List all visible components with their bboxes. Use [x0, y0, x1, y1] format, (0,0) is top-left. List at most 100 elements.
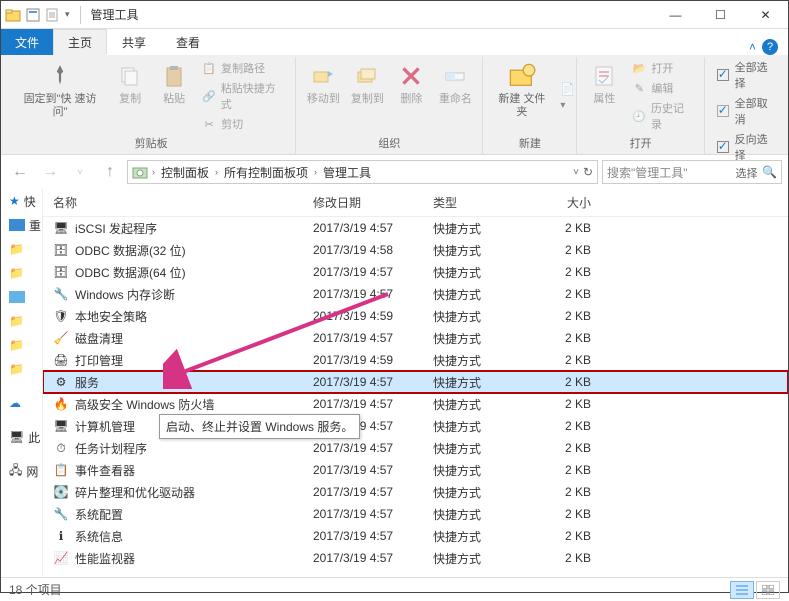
- list-item[interactable]: 🗄ODBC 数据源(64 位)2017/3/19 4:57快捷方式2 KB: [43, 261, 788, 283]
- shortcut-icon: 🧹: [53, 330, 69, 346]
- address-dropdown-icon[interactable]: ˅: [573, 167, 579, 178]
- selectall-icon: [715, 67, 731, 83]
- item-size: 2 KB: [533, 243, 603, 257]
- item-date: 2017/3/19 4:57: [303, 331, 423, 345]
- list-item[interactable]: 📈性能监视器2017/3/19 4:57快捷方式2 KB: [43, 547, 788, 569]
- up-button[interactable]: ↑: [97, 159, 123, 185]
- content-area: ★快 重 📁 📁 📁 📁 📁 ☁ 🖥此 🖧网 名称 修改日期 类型 大小 🖥iS…: [1, 189, 788, 577]
- col-name[interactable]: 名称: [43, 194, 303, 211]
- nav-pane[interactable]: ★快 重 📁 📁 📁 📁 📁 ☁ 🖥此 🖧网: [1, 189, 43, 577]
- list-item[interactable]: 🔧系统配置2017/3/19 4:57快捷方式2 KB: [43, 503, 788, 525]
- copypath-button[interactable]: 📋复制路径: [201, 60, 285, 76]
- tab-view[interactable]: 查看: [161, 29, 215, 55]
- nav-thispc[interactable]: 🖥此: [1, 425, 42, 449]
- breadcrumb-seg[interactable]: 控制面板: [159, 164, 211, 181]
- pin-quickaccess-button[interactable]: 固定到"快 速访问": [13, 59, 107, 133]
- list-item[interactable]: ℹ系统信息2017/3/19 4:57快捷方式2 KB: [43, 525, 788, 547]
- shortcut-icon: 🖥: [53, 418, 69, 434]
- selectall-button[interactable]: 全部选择: [715, 59, 778, 91]
- col-type[interactable]: 类型: [423, 194, 533, 211]
- close-button[interactable]: ✕: [743, 1, 788, 29]
- help-icon[interactable]: ?: [762, 39, 778, 55]
- nav-item[interactable]: 📁: [1, 309, 42, 333]
- breadcrumb-seg[interactable]: 管理工具: [321, 164, 373, 181]
- item-type: 快捷方式: [423, 286, 533, 303]
- qat-chevron-icon[interactable]: ▾: [65, 9, 70, 20]
- chevron-icon[interactable]: ›: [150, 167, 157, 177]
- new-access-icon[interactable]: ▾: [560, 100, 566, 111]
- paste-button[interactable]: 粘贴: [153, 59, 195, 133]
- nav-item[interactable]: 📁: [1, 261, 42, 285]
- pastelnk-button[interactable]: 🔗粘贴快捷方式: [201, 80, 285, 112]
- copyto-button[interactable]: 复制到: [346, 59, 388, 133]
- col-size[interactable]: 大小: [533, 194, 603, 211]
- qat-dropdown-icon[interactable]: [45, 7, 61, 23]
- cut-button[interactable]: ✂剪切: [201, 116, 285, 132]
- list-item[interactable]: 💽碎片整理和优化驱动器2017/3/19 4:57快捷方式2 KB: [43, 481, 788, 503]
- moveto-button[interactable]: 移动到: [302, 59, 344, 133]
- item-name: 服务: [75, 374, 99, 391]
- shortcut-icon: 💽: [53, 484, 69, 500]
- back-button[interactable]: ←: [7, 159, 33, 185]
- list-item[interactable]: 🛡本地安全策略2017/3/19 4:59快捷方式2 KB: [43, 305, 788, 327]
- newfolder-button[interactable]: 新建 文件夹: [489, 59, 554, 133]
- rename-button[interactable]: 重命名: [434, 59, 476, 133]
- open-button[interactable]: 📂打开: [631, 60, 694, 76]
- copy-button[interactable]: 复制: [109, 59, 151, 133]
- list-item[interactable]: 🖥计算机管理2017/3/19 4:57快捷方式2 KB: [43, 415, 788, 437]
- list-item[interactable]: ⏱任务计划程序2017/3/19 4:57快捷方式2 KB: [43, 437, 788, 459]
- folder-icon: [5, 7, 21, 23]
- tab-share[interactable]: 共享: [107, 29, 161, 55]
- props-qat-icon[interactable]: [25, 7, 41, 23]
- item-date: 2017/3/19 4:59: [303, 309, 423, 323]
- nav-network[interactable]: 🖧网: [1, 459, 42, 483]
- pastelnk-icon: 🔗: [201, 88, 217, 104]
- list-item[interactable]: 🖥iSCSI 发起程序2017/3/19 4:57快捷方式2 KB: [43, 217, 788, 239]
- refresh-icon[interactable]: ↻: [583, 165, 593, 179]
- nav-item[interactable]: [1, 285, 42, 309]
- edit-button[interactable]: ✎编辑: [631, 80, 694, 96]
- tab-home[interactable]: 主页: [53, 29, 107, 55]
- icons-view-button[interactable]: [756, 581, 780, 599]
- recent-dropdown[interactable]: ˅: [67, 159, 93, 185]
- col-date[interactable]: 修改日期: [303, 194, 423, 211]
- list-item[interactable]: 🧹磁盘清理2017/3/19 4:57快捷方式2 KB: [43, 327, 788, 349]
- column-headers: 名称 修改日期 类型 大小: [43, 189, 788, 217]
- breadcrumb-seg[interactable]: 所有控制面板项: [222, 164, 310, 181]
- history-button[interactable]: 🕘历史记录: [631, 100, 694, 132]
- collapse-ribbon-icon[interactable]: ˄: [749, 40, 756, 54]
- list-item[interactable]: 📋事件查看器2017/3/19 4:57快捷方式2 KB: [43, 459, 788, 481]
- nav-item[interactable]: 📁: [1, 237, 42, 261]
- address-bar[interactable]: › 控制面板 › 所有控制面板项 › 管理工具 ˅ ↻: [127, 160, 598, 184]
- tab-file[interactable]: 文件: [1, 29, 53, 55]
- chevron-icon[interactable]: ›: [213, 167, 220, 177]
- newfolder-icon: [507, 61, 537, 91]
- new-item-icon[interactable]: 📄: [560, 82, 566, 96]
- nav-item[interactable]: 重: [1, 213, 42, 237]
- item-date: 2017/3/19 4:59: [303, 353, 423, 367]
- details-view-button[interactable]: [730, 581, 754, 599]
- search-icon[interactable]: 🔍: [762, 165, 777, 179]
- nav-item[interactable]: 📁: [1, 357, 42, 381]
- item-date: 2017/3/19 4:57: [303, 375, 423, 389]
- chevron-icon[interactable]: ›: [312, 167, 319, 177]
- minimize-button[interactable]: —: [653, 1, 698, 29]
- delete-button[interactable]: 删除: [390, 59, 432, 133]
- search-input[interactable]: 搜索"管理工具" 🔍: [602, 160, 782, 184]
- list-item[interactable]: ⚙服务2017/3/19 4:57快捷方式2 KB: [43, 371, 788, 393]
- forward-button[interactable]: →: [37, 159, 63, 185]
- list-item[interactable]: 🗄ODBC 数据源(32 位)2017/3/19 4:58快捷方式2 KB: [43, 239, 788, 261]
- list-item[interactable]: 🔥高级安全 Windows 防火墙2017/3/19 4:57快捷方式2 KB: [43, 393, 788, 415]
- selectinv-button[interactable]: 反向选择: [715, 131, 778, 163]
- item-date: 2017/3/19 4:57: [303, 287, 423, 301]
- list-item[interactable]: 🖨打印管理2017/3/19 4:59快捷方式2 KB: [43, 349, 788, 371]
- edit-icon: ✎: [631, 80, 647, 96]
- nav-item[interactable]: 📁: [1, 333, 42, 357]
- maximize-button[interactable]: ☐: [698, 1, 743, 29]
- shortcut-icon: 🗄: [53, 264, 69, 280]
- nav-quickaccess[interactable]: ★快: [1, 189, 42, 213]
- properties-button[interactable]: 属性: [583, 59, 625, 133]
- list-item[interactable]: 🔧Windows 内存诊断2017/3/19 4:57快捷方式2 KB: [43, 283, 788, 305]
- nav-onedrive[interactable]: ☁: [1, 391, 42, 415]
- selectnone-button[interactable]: 全部取消: [715, 95, 778, 127]
